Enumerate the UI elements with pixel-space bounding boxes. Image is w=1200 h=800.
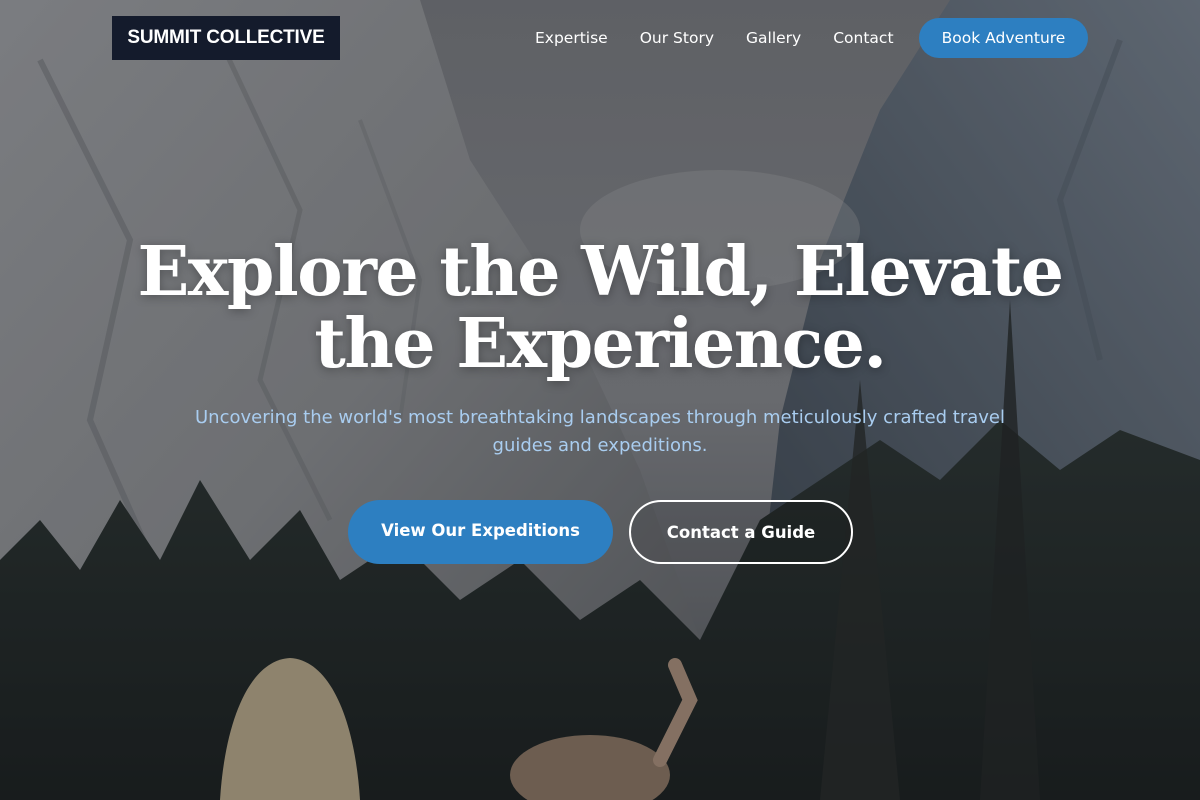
nav-links: Expertise Our Story Gallery Contact	[519, 24, 910, 52]
nav-link-contact[interactable]: Contact	[833, 29, 893, 47]
view-expeditions-button[interactable]: View Our Expeditions	[348, 500, 613, 564]
book-adventure-button[interactable]: Book Adventure	[919, 18, 1088, 58]
hero-subtitle: Uncovering the world's most breathtaking…	[194, 407, 1006, 456]
nav-link-our-story[interactable]: Our Story	[640, 29, 714, 47]
brand-logo[interactable]: SUMMIT COLLECTIVE	[112, 16, 340, 60]
top-navbar: SUMMIT COLLECTIVE Expertise Our Story Ga…	[0, 0, 1200, 76]
hero-headline: Explore the Wild, Elevate the Experience…	[137, 232, 1064, 384]
hero-section: SUMMIT COLLECTIVE Expertise Our Story Ga…	[0, 0, 1200, 800]
nav-link-gallery[interactable]: Gallery	[746, 29, 801, 47]
contact-guide-button[interactable]: Contact a Guide	[629, 500, 853, 564]
nav-link-expertise[interactable]: Expertise	[535, 29, 608, 47]
hero-dark-overlay	[0, 0, 1200, 800]
